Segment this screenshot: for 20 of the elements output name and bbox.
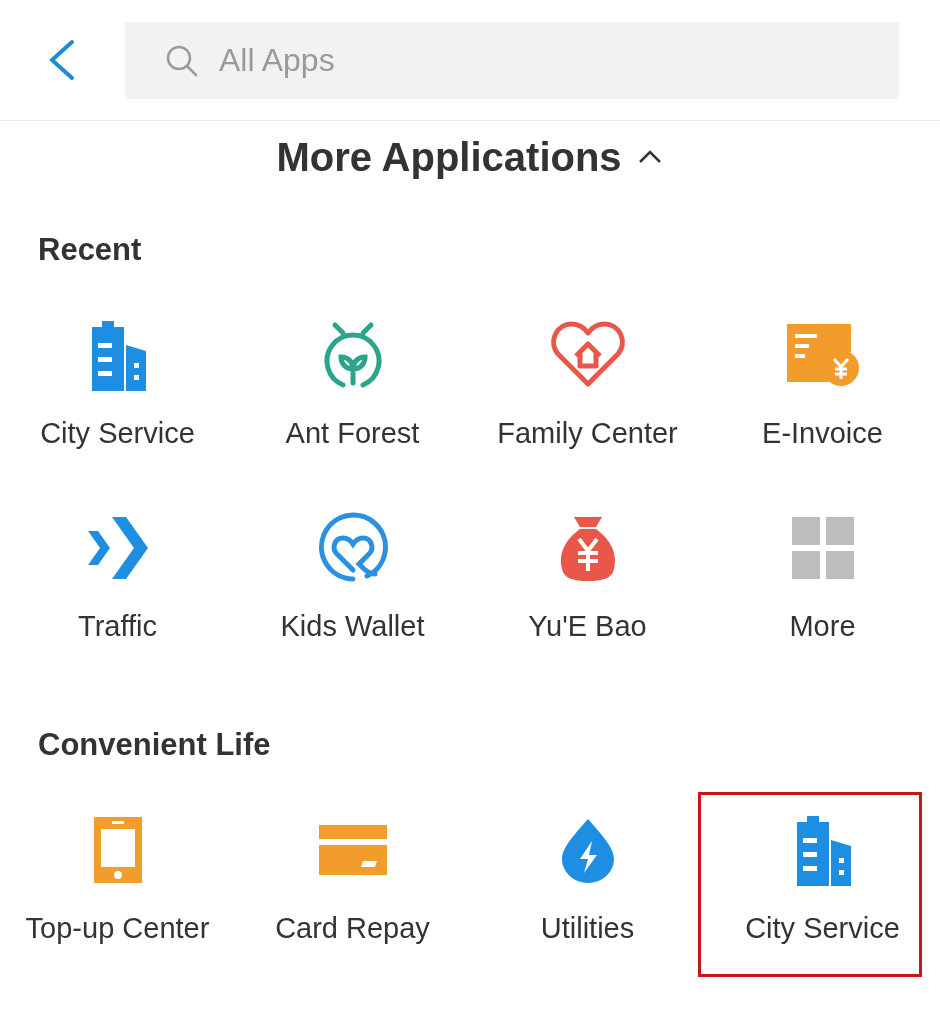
app-label[interactable]: Traffic — [78, 608, 157, 644]
sprout-icon[interactable] — [322, 319, 383, 391]
app-label[interactable]: City Service — [745, 910, 900, 946]
app-label[interactable]: More — [789, 608, 856, 644]
search-icon — [165, 43, 199, 78]
section-heading: Recent — [37, 231, 143, 269]
app-label[interactable]: City Service — [40, 415, 195, 451]
section-heading: Convenient Life — [37, 726, 272, 764]
heart-ring-icon[interactable] — [316, 512, 389, 584]
app-label[interactable]: E-Invoice — [762, 415, 883, 451]
search-field[interactable]: All Apps — [125, 21, 899, 99]
phone-icon[interactable] — [93, 814, 142, 886]
app-label[interactable]: Utilities — [540, 910, 635, 946]
page-title: More Applications — [276, 134, 622, 181]
app-label[interactable]: Kids Wallet — [280, 608, 425, 644]
app-label[interactable]: Card Repay — [275, 910, 430, 946]
app-label[interactable]: Yu'E Bao — [528, 608, 647, 644]
app-label[interactable]: Ant Forest — [285, 415, 420, 451]
app-label[interactable]: Top-up Center — [25, 910, 210, 946]
app-label[interactable]: Family Center — [497, 415, 678, 451]
